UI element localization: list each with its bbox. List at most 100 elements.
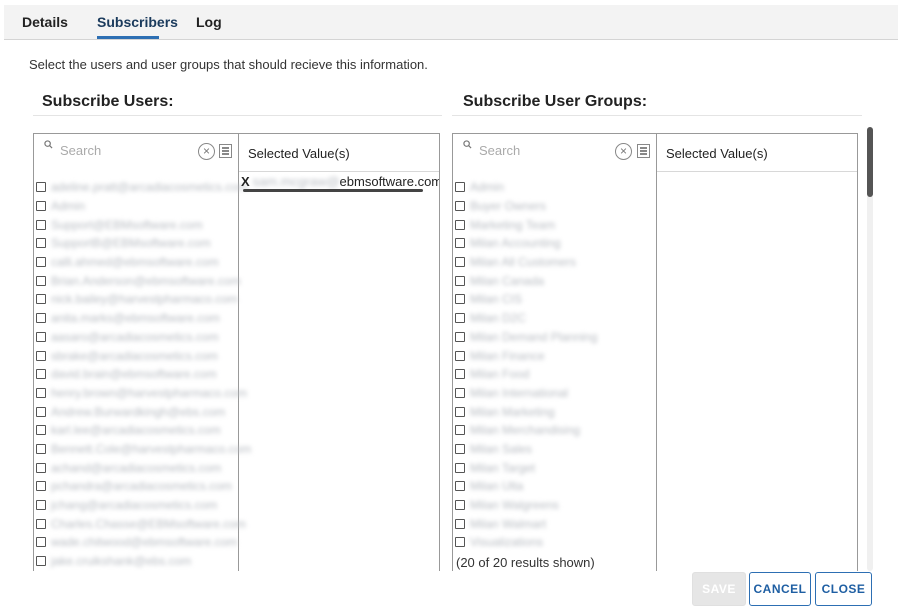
checkbox[interactable] — [36, 350, 46, 361]
checkbox[interactable] — [36, 369, 46, 380]
list-item[interactable]: calli.ahmed@ebmsoftware.com — [36, 253, 251, 272]
checkbox[interactable] — [36, 443, 46, 454]
list-item[interactable]: Charles.Chasse@EBMsoftware.com — [36, 514, 251, 533]
checkbox[interactable] — [455, 219, 465, 230]
list-item[interactable]: Milan International — [455, 384, 597, 403]
checkbox[interactable] — [36, 406, 46, 417]
checkbox[interactable] — [455, 500, 465, 511]
list-item[interactable]: anita.marks@ebmsoftware.com — [36, 309, 251, 328]
checkbox[interactable] — [455, 462, 465, 473]
save-button[interactable]: SAVE — [692, 572, 746, 606]
list-item[interactable]: adeline.pratt@arcadiacosmetics.com — [36, 178, 251, 197]
list-item[interactable]: Milan Demand Planning — [455, 328, 597, 347]
select-all-icon[interactable] — [637, 144, 650, 158]
list-item[interactable]: Admin — [36, 197, 251, 216]
tab-log[interactable]: Log — [196, 14, 222, 30]
selected-scrollbar[interactable] — [243, 189, 423, 192]
list-item[interactable]: Milan Canada — [455, 271, 597, 290]
close-button[interactable]: CLOSE — [815, 572, 872, 606]
checkbox[interactable] — [36, 313, 46, 324]
list-item[interactable]: Milan Merchandising — [455, 421, 597, 440]
checkbox[interactable] — [455, 537, 465, 548]
list-item[interactable]: Buyer Owners — [455, 197, 597, 216]
checkbox[interactable] — [36, 537, 46, 548]
list-item[interactable]: achand@arcadiacosmetics.com — [36, 458, 251, 477]
list-item[interactable]: pchandra@arcadiacosmetics.com — [36, 477, 251, 496]
tab-details[interactable]: Details — [22, 14, 68, 30]
select-all-icon[interactable] — [219, 144, 232, 158]
list-item[interactable]: nick.bailey@harvestpharmaco.com — [36, 290, 251, 309]
list-item[interactable]: sbrake@arcadiacosmetics.com — [36, 346, 251, 365]
groups-search-input[interactable] — [479, 143, 599, 158]
list-item[interactable]: Bennett.Cole@harvestpharmaco.com — [36, 440, 251, 459]
checkbox[interactable] — [36, 275, 46, 286]
list-item[interactable]: henry.brown@harvestpharmaco.com — [36, 384, 251, 403]
checkbox[interactable] — [455, 350, 465, 361]
checkbox[interactable] — [455, 481, 465, 492]
list-item[interactable]: Milan D2C — [455, 309, 597, 328]
users-search-input[interactable] — [60, 143, 180, 158]
checkbox[interactable] — [455, 387, 465, 398]
checkbox[interactable] — [36, 238, 46, 249]
remove-selected-button[interactable]: X — [241, 174, 250, 189]
checkbox[interactable] — [36, 294, 46, 305]
checkbox[interactable] — [36, 518, 46, 529]
list-item-label: Milan Sales — [470, 441, 533, 456]
list-item[interactable]: Milan Walgreens — [455, 496, 597, 515]
list-item[interactable]: Support@EBMsoftware.com — [36, 215, 251, 234]
list-item[interactable]: Milan CIS — [455, 290, 597, 309]
checkbox[interactable] — [36, 219, 46, 230]
checkbox[interactable] — [36, 331, 46, 342]
list-item[interactable]: karl.lee@arcadiacosmetics.com — [36, 421, 251, 440]
list-item[interactable]: david.brain@ebmsoftware.com — [36, 365, 251, 384]
checkbox[interactable] — [36, 182, 46, 193]
cancel-button[interactable]: CANCEL — [749, 572, 811, 606]
list-item[interactable]: Visualizations — [455, 533, 597, 552]
checkbox[interactable] — [455, 518, 465, 529]
list-item[interactable]: wade.chitwood@ebmsoftware.com — [36, 533, 251, 552]
list-item[interactable]: Milan All Customers — [455, 253, 597, 272]
list-item[interactable]: Milan Target — [455, 458, 597, 477]
checkbox[interactable] — [455, 425, 465, 436]
checkbox[interactable] — [455, 294, 465, 305]
list-item[interactable]: aasaro@arcadiacosmetics.com — [36, 328, 251, 347]
list-item[interactable]: Andrew.Burwardkingh@ebs.com — [36, 402, 251, 421]
checkbox[interactable] — [455, 369, 465, 380]
list-item[interactable]: Milan Accounting — [455, 234, 597, 253]
list-item[interactable]: SupportB@EBMsoftware.com — [36, 234, 251, 253]
list-item[interactable]: jake.cruikshank@ebs.com — [36, 552, 251, 571]
list-item[interactable]: Brian.Anderson@ebmsoftware.com — [36, 271, 251, 290]
checkbox[interactable] — [455, 443, 465, 454]
checkbox[interactable] — [36, 500, 46, 511]
checkbox[interactable] — [455, 201, 465, 212]
checkbox[interactable] — [36, 387, 46, 398]
page-scrollbar-thumb[interactable] — [867, 127, 873, 197]
list-item[interactable]: Marketing Team — [455, 215, 597, 234]
checkbox[interactable] — [455, 313, 465, 324]
clear-search-icon[interactable]: × — [615, 143, 632, 160]
checkbox[interactable] — [455, 257, 465, 268]
list-item[interactable]: Milan Walmart — [455, 514, 597, 533]
checkbox[interactable] — [455, 331, 465, 342]
checkbox[interactable] — [36, 462, 46, 473]
checkbox[interactable] — [455, 406, 465, 417]
results-count: (20 of 20 results shown) — [456, 555, 595, 570]
checkbox[interactable] — [455, 238, 465, 249]
checkbox[interactable] — [455, 275, 465, 286]
checkbox[interactable] — [36, 257, 46, 268]
list-item[interactable]: Milan Sales — [455, 440, 597, 459]
list-item[interactable]: Milan Finance — [455, 346, 597, 365]
tab-subscribers[interactable]: Subscribers — [97, 14, 178, 30]
clear-search-icon[interactable]: × — [198, 143, 215, 160]
list-item[interactable]: Admin — [455, 178, 597, 197]
checkbox[interactable] — [36, 556, 46, 567]
list-item[interactable]: jchang@arcadiacosmetics.com — [36, 496, 251, 515]
page-scrollbar[interactable] — [867, 127, 873, 571]
list-item[interactable]: Milan Marketing — [455, 402, 597, 421]
checkbox[interactable] — [36, 201, 46, 212]
checkbox[interactable] — [36, 481, 46, 492]
checkbox[interactable] — [36, 425, 46, 436]
checkbox[interactable] — [455, 182, 465, 193]
list-item[interactable]: Milan Food — [455, 365, 597, 384]
list-item[interactable]: Milan Ulta — [455, 477, 597, 496]
